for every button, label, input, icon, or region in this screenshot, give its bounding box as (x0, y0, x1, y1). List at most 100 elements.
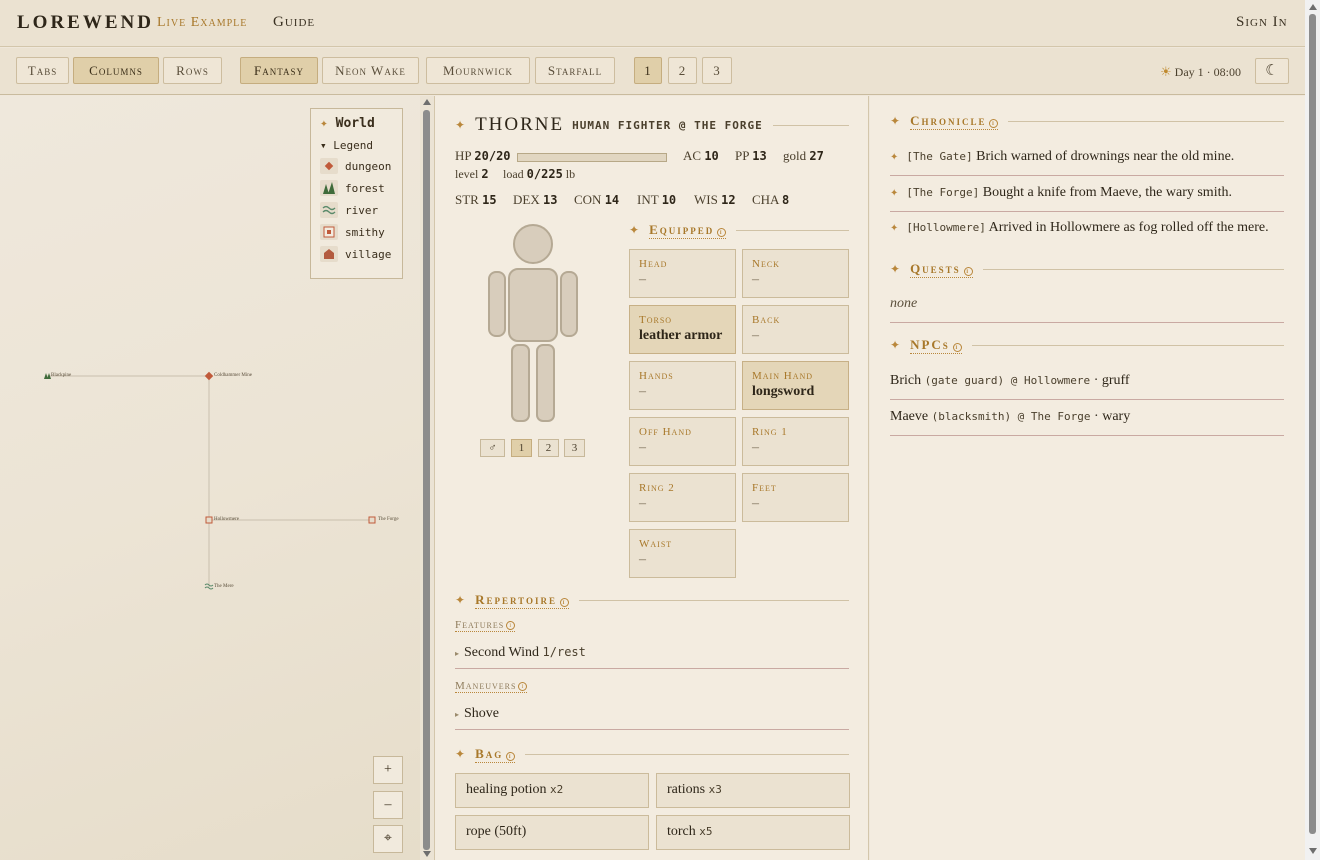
panel-scrollbar[interactable] (420, 96, 435, 860)
equipped-label[interactable]: Equipped i (649, 222, 727, 239)
world-fantasy-button[interactable]: Fantasy (240, 57, 318, 84)
scroll-up-arrow-icon[interactable] (423, 99, 431, 105)
world-map[interactable]: Blackpine Coldhammer Mine Hollowmere The… (0, 96, 420, 860)
info-icon[interactable]: i (717, 228, 727, 237)
bag-item-rations[interactable]: rations x3 (656, 773, 850, 808)
chronicle-label[interactable]: Chronicle i (910, 113, 999, 130)
scroll-thumb[interactable] (1309, 14, 1316, 834)
npcs-label[interactable]: NPCs i (910, 337, 962, 354)
chronicle-entry: ✦ [Hollowmere] Arrived in Hollowmere as f… (890, 220, 1269, 235)
legend-toggle[interactable]: ▾ Legend (320, 139, 393, 152)
maneuver-item[interactable]: ▸ Shove (455, 702, 849, 730)
figure-2-button[interactable]: 2 (538, 439, 559, 457)
sun-icon: ☀ (1160, 64, 1172, 79)
theme-toggle-button[interactable]: ☾ (1255, 58, 1289, 84)
info-icon[interactable]: i (952, 343, 962, 352)
brand-logo[interactable]: LOREWEND (17, 12, 154, 34)
divider (982, 269, 1284, 270)
world-mournwick-button[interactable]: Mournwick (426, 57, 530, 84)
location-the-forge[interactable]: The Forge (378, 517, 399, 522)
character-panel: ✦ THORNE HUMAN FIGHTER @ THE FORGE HP 20… (435, 96, 869, 860)
slot-back[interactable]: Back – (742, 305, 849, 354)
divider (1008, 121, 1284, 122)
bag-item-torch[interactable]: torch x5 (656, 815, 850, 850)
world-neon-wake-button[interactable]: Neon Wake (322, 57, 419, 84)
figure-1-button[interactable]: 1 (511, 439, 532, 457)
scroll-up-arrow-icon[interactable] (1309, 4, 1317, 10)
doll-right-leg[interactable] (536, 344, 555, 422)
npcs-header: ✦ NPCs i (890, 337, 1284, 354)
star-icon: ✦ (890, 262, 901, 276)
layout-tabs-button[interactable]: Tabs (16, 57, 69, 84)
nav-live-example[interactable]: Live Example (157, 15, 247, 31)
slot-off-hand[interactable]: Off Hand – (629, 417, 736, 466)
smithy-icon (368, 516, 376, 524)
slot-feet[interactable]: Feet – (742, 473, 849, 522)
slot-hands[interactable]: Hands – (629, 361, 736, 410)
world-starfall-button[interactable]: Starfall (535, 57, 615, 84)
toolbar: Tabs Columns Rows Fantasy Neon Wake Mour… (0, 48, 1305, 95)
npc-row-brich[interactable]: Brich (gate guard) @ Hollowmere · gruff (890, 373, 1284, 400)
expand-triangle-icon: ▸ (455, 649, 460, 658)
slot-2-button[interactable]: 2 (668, 57, 697, 84)
paper-doll-figure[interactable] (485, 222, 581, 424)
zoom-out-button[interactable]: – (373, 791, 403, 819)
layout-rows-button[interactable]: Rows (163, 57, 222, 84)
legend-title: ✦ World (320, 116, 375, 131)
doll-left-arm[interactable] (488, 271, 506, 337)
quests-label[interactable]: Quests i (910, 261, 973, 278)
star-icon: ✦ (890, 338, 901, 352)
slot-ring-2[interactable]: Ring 2– (629, 473, 736, 522)
doll-right-arm[interactable] (560, 271, 578, 337)
scroll-down-arrow-icon[interactable] (423, 851, 431, 857)
location-hollowmere[interactable]: Hollowmere (214, 517, 239, 522)
smithy-icon (320, 224, 338, 240)
info-icon[interactable]: i (506, 621, 516, 630)
nav-guide[interactable]: Guide (273, 14, 315, 31)
recenter-button[interactable]: ⌖ (373, 825, 403, 853)
bag-label[interactable]: Bag i (475, 746, 516, 763)
slot-waist[interactable]: Waist – (629, 529, 736, 578)
slot-neck[interactable]: Neck – (742, 249, 849, 298)
location-blackpine[interactable]: Blackpine (51, 373, 71, 378)
doll-left-leg[interactable] (511, 344, 530, 422)
maneuvers-label[interactable]: Maneuvers i (455, 680, 528, 693)
location-coldhammer-mine[interactable]: Coldhammer Mine (214, 373, 252, 378)
slot-3-button[interactable]: 3 (702, 57, 732, 84)
bag-item-rope[interactable]: rope (50ft) (455, 815, 649, 850)
info-icon[interactable]: i (559, 598, 569, 607)
hp-bar-fill (518, 154, 666, 161)
pp-stat: PP 13 (735, 148, 767, 163)
gender-toggle-button[interactable]: ♂ (480, 439, 505, 457)
bag-item-healing-potion[interactable]: healing potion x2 (455, 773, 649, 808)
ability-dex: DEX 13 (513, 192, 558, 207)
slot-main-hand[interactable]: Main Hand longsword (742, 361, 849, 410)
slot-torso[interactable]: Torso leather armor (629, 305, 736, 354)
slot-head[interactable]: Head – (629, 249, 736, 298)
npc-row-maeve[interactable]: Maeve (blacksmith) @ The Forge · wary (890, 409, 1284, 436)
info-icon[interactable]: i (518, 682, 528, 691)
sign-in-link[interactable]: Sign In (1236, 14, 1288, 31)
level-stat: level 2 (455, 167, 489, 181)
doll-head[interactable] (513, 224, 553, 264)
layout-columns-button[interactable]: Columns (73, 57, 159, 84)
location-the-mere[interactable]: The Mere (214, 584, 234, 589)
doll-torso[interactable] (508, 268, 558, 342)
slot-ring-1[interactable]: Ring 1– (742, 417, 849, 466)
info-icon[interactable]: i (989, 119, 999, 128)
info-icon[interactable]: i (506, 752, 516, 761)
page-scrollbar[interactable] (1305, 0, 1320, 860)
info-icon[interactable]: i (963, 267, 973, 276)
legend-item-dungeon: dungeon (320, 158, 393, 174)
load-stat: load 0/225 lb (503, 167, 576, 181)
feature-item[interactable]: ▸ Second Wind 1/rest (455, 641, 849, 669)
repertoire-label[interactable]: Repertoire i (475, 592, 569, 609)
scroll-thumb[interactable] (423, 110, 430, 850)
chronicle-panel: ✦ Chronicle i ✦ [The Gate] Brich warned of… (870, 96, 1305, 860)
slot-1-button[interactable]: 1 (634, 57, 662, 84)
map-legend: ✦ World ▾ Legend dungeon forest river sm… (310, 108, 403, 279)
zoom-in-button[interactable]: + (373, 756, 403, 784)
figure-3-button[interactable]: 3 (564, 439, 585, 457)
scroll-down-arrow-icon[interactable] (1309, 848, 1317, 854)
features-label[interactable]: Features i (455, 619, 516, 632)
